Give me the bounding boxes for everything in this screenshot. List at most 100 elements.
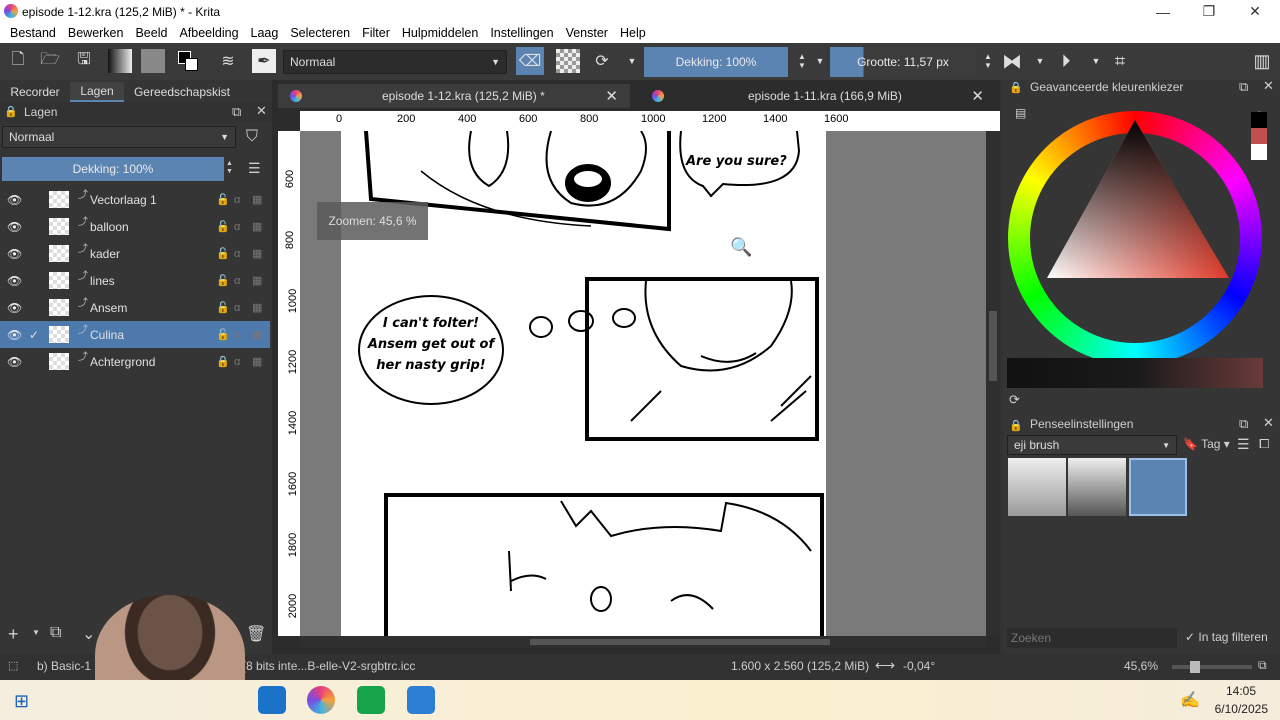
- inherit-alpha-icon[interactable]: ▦: [252, 301, 262, 314]
- zoom-slider[interactable]: [1172, 661, 1252, 673]
- visibility-eye-icon[interactable]: 👁: [7, 301, 22, 315]
- menu-beeld[interactable]: Beeld: [135, 26, 167, 40]
- layer-row[interactable]: 👁 ✓ ⤴ Culina 🔓 α ▦: [0, 321, 270, 348]
- close-docker-icon[interactable]: ✕: [256, 103, 267, 119]
- rotate-icon[interactable]: ⟷: [875, 657, 895, 674]
- layer-blend-select[interactable]: Normaal ▼: [2, 126, 236, 148]
- color-triangle[interactable]: [1043, 116, 1233, 282]
- fit-screen-icon[interactable]: ⧉: [1258, 658, 1267, 673]
- tab-lagen[interactable]: Lagen: [70, 82, 124, 102]
- menu-help[interactable]: Help: [620, 26, 646, 40]
- refresh-icon[interactable]: ⟳: [1009, 392, 1020, 408]
- background-swatch[interactable]: [1251, 144, 1267, 160]
- float-docker-icon[interactable]: ⧉: [1239, 416, 1248, 432]
- blend-mode-select[interactable]: Normaal ▼: [283, 50, 507, 74]
- opacity-spin-icon[interactable]: ▲ ▼: [226, 160, 233, 176]
- inherit-alpha-icon[interactable]: ▦: [252, 328, 262, 341]
- layer-opacity-slider[interactable]: Dekking: 100%: [2, 157, 224, 181]
- close-tab-icon[interactable]: ✕: [971, 87, 984, 105]
- new-document-icon[interactable]: 🗋: [6, 49, 30, 73]
- windows-start-icon[interactable]: ⊞: [14, 691, 29, 712]
- tab-gereedschapskist[interactable]: Gereedschapskist: [128, 82, 236, 102]
- close-docker-icon[interactable]: ✕: [1263, 78, 1274, 94]
- inherit-alpha-icon[interactable]: ▦: [252, 220, 262, 233]
- mirror-vertical-icon[interactable]: ⏵: [1054, 49, 1078, 73]
- unlock-icon[interactable]: 🔓: [216, 247, 230, 260]
- app-icon[interactable]: [357, 686, 385, 714]
- brush-preset-icon[interactable]: ✒: [252, 49, 276, 73]
- menu-bewerken[interactable]: Bewerken: [68, 26, 124, 40]
- krita-taskbar-icon[interactable]: [307, 686, 335, 714]
- layer-row[interactable]: 👁 ⤴ kader 🔓 α ▦: [0, 240, 270, 267]
- delete-layer-icon[interactable]: 🗑: [246, 624, 266, 644]
- canvas-viewport[interactable]: Are you sure? I can't folter! Ansem get …: [300, 131, 986, 636]
- menu-bestand[interactable]: Bestand: [10, 26, 56, 40]
- minimize-icon[interactable]: —: [1140, 0, 1186, 23]
- opacity-slider[interactable]: Dekking: 100%: [644, 47, 788, 77]
- visibility-eye-icon[interactable]: 👁: [7, 220, 22, 234]
- alpha-icon[interactable]: α: [234, 275, 240, 287]
- vertical-scrollbar[interactable]: [986, 131, 1000, 636]
- unlock-icon[interactable]: 🔓: [216, 274, 230, 287]
- menu-laag[interactable]: Laag: [251, 26, 279, 40]
- horizontal-scrollbar[interactable]: [300, 636, 986, 648]
- layer-row[interactable]: 👁 ⤴ lines 🔓 α ▦: [0, 267, 270, 294]
- inherit-alpha-icon[interactable]: ▦: [252, 247, 262, 260]
- inherit-alpha-icon[interactable]: ▦: [252, 193, 262, 206]
- selection-icon[interactable]: ⬚: [8, 659, 18, 672]
- color-history-strip[interactable]: [1007, 358, 1263, 388]
- save-icon[interactable]: 🖫: [72, 49, 96, 73]
- unlock-icon[interactable]: 🔓: [216, 301, 230, 314]
- float-docker-icon[interactable]: ⧉: [1239, 79, 1248, 95]
- menu-selecteren[interactable]: Selecteren: [290, 26, 350, 40]
- layer-row[interactable]: 👁 ⤴ balloon 🔓 α ▦: [0, 213, 270, 240]
- crop-icon[interactable]: ⌗: [1108, 49, 1132, 73]
- tab-recorder[interactable]: Recorder: [4, 82, 66, 102]
- eraser-icon[interactable]: ⌫: [516, 47, 544, 75]
- menu-afbeelding[interactable]: Afbeelding: [179, 26, 238, 40]
- tag-filter-checkbox[interactable]: ✓ In tag filteren: [1185, 630, 1268, 644]
- brush-search-input[interactable]: Zoeken: [1007, 628, 1177, 648]
- tag-button[interactable]: 🔖 Tag ▾: [1183, 437, 1230, 451]
- layer-check[interactable]: ✓: [29, 328, 39, 342]
- gradient-icon[interactable]: [108, 49, 132, 73]
- lock-icon[interactable]: 🔒: [4, 105, 18, 118]
- lock-icon[interactable]: 🔒: [1009, 81, 1023, 94]
- outlook-icon[interactable]: [258, 686, 286, 714]
- visibility-eye-icon[interactable]: 👁: [7, 274, 22, 288]
- inherit-alpha-icon[interactable]: ▦: [252, 274, 262, 287]
- float-docker-icon[interactable]: ⧉: [232, 104, 241, 120]
- fg-bg-color-icon[interactable]: [176, 49, 200, 73]
- chevron-down-icon[interactable]: ▼: [620, 49, 644, 73]
- size-spin-icon[interactable]: ▲ ▼: [976, 49, 1000, 73]
- close-docker-icon[interactable]: ✕: [1263, 415, 1274, 431]
- visibility-eye-icon[interactable]: 👁: [7, 328, 22, 342]
- brush-preset-1[interactable]: [1008, 458, 1066, 516]
- tab-episode-1-12[interactable]: episode 1-12.kra (125,2 MiB) * ✕: [278, 84, 630, 108]
- layer-row[interactable]: 👁 ⤴ Vectorlaag 1 🔓 α ▦: [0, 186, 270, 213]
- filter-icon[interactable]: ⛉: [246, 128, 258, 146]
- visibility-eye-icon[interactable]: 👁: [7, 193, 22, 207]
- chevron-down-icon[interactable]: ▼: [1084, 49, 1108, 73]
- brush-preset-3[interactable]: [1129, 458, 1187, 516]
- workspace-icon[interactable]: ▥: [1250, 49, 1274, 73]
- menu-venster[interactable]: Venster: [566, 26, 608, 40]
- close-icon[interactable]: ✕: [1232, 0, 1278, 23]
- chevron-down-icon[interactable]: ▼: [32, 628, 40, 637]
- menu-instellingen[interactable]: Instellingen: [490, 26, 553, 40]
- alpha-icon[interactable]: α: [234, 194, 240, 206]
- menu-icon[interactable]: ☰: [1237, 436, 1250, 453]
- close-tab-icon[interactable]: ✕: [605, 87, 618, 105]
- open-folder-icon[interactable]: 🗁: [38, 49, 62, 73]
- brush-preset-2[interactable]: [1068, 458, 1126, 516]
- foreground-swatch[interactable]: [1251, 112, 1267, 128]
- mirror-horizontal-icon[interactable]: ⧓: [1000, 49, 1024, 73]
- reload-preset-icon[interactable]: ⟳: [590, 49, 614, 73]
- alpha-icon[interactable]: α: [234, 221, 240, 233]
- unlock-icon[interactable]: 🔓: [216, 220, 230, 233]
- import-icon[interactable]: ⧠: [1259, 436, 1269, 452]
- brush-tag-select[interactable]: eji brush ▼: [1007, 435, 1177, 455]
- visibility-eye-icon[interactable]: 👁: [7, 247, 22, 261]
- pattern-icon[interactable]: [141, 49, 165, 73]
- paint-icon[interactable]: [407, 686, 435, 714]
